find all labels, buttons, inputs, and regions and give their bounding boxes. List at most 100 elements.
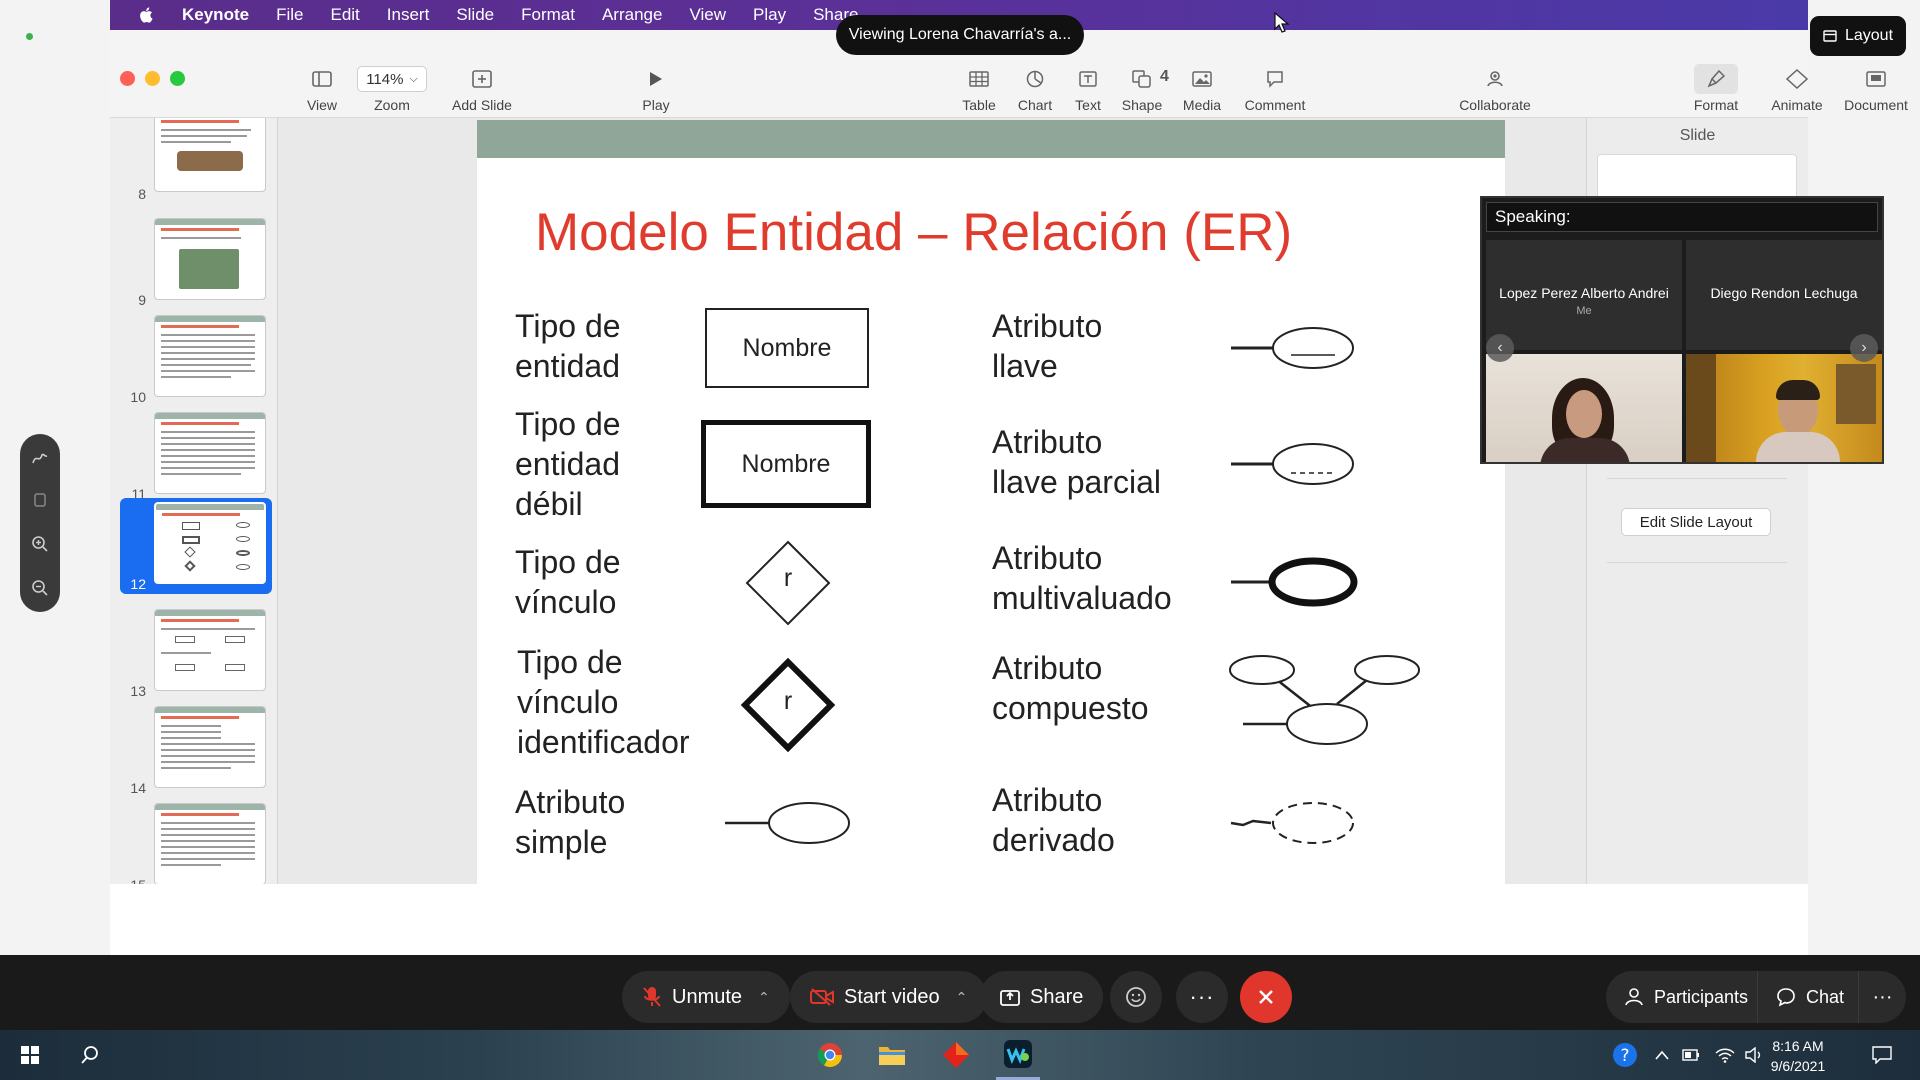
shape-button[interactable]: Shape [1116,64,1168,113]
view-button[interactable]: View [294,64,350,113]
play-button[interactable]: Play [626,64,686,113]
label-multivalued-attribute[interactable]: Atributo multivaluado [992,538,1172,618]
pen-icon[interactable] [30,448,50,473]
video-feed-lorena[interactable] [1486,354,1682,462]
reactions-button[interactable] [1110,971,1162,1023]
leave-meeting-button[interactable] [1240,971,1292,1023]
slide-number: 15 [110,877,146,884]
document-button[interactable]: Document [1836,64,1916,113]
entity-symbol[interactable]: Nombre [705,308,869,388]
add-slide-button[interactable]: Add Slide [432,64,532,113]
wifi-icon[interactable] [1712,1030,1738,1080]
slide-thumbnail-13[interactable]: 13 [110,605,277,701]
video-options-chevron-icon[interactable]: ⌃ [956,989,968,1006]
slide-thumbnail-14[interactable]: 14 [110,702,277,798]
comment-button[interactable]: Comment [1238,64,1312,113]
zoom-dropdown[interactable]: 114% ⌵ [357,66,427,92]
weak-entity-symbol-text: Nombre [741,449,831,478]
multivalued-attribute-symbol[interactable] [1231,556,1361,608]
slide-number: 9 [138,292,146,308]
zoom-out-icon[interactable] [30,578,50,603]
composite-attribute-symbol[interactable] [1227,654,1427,754]
slide-thumbnail-11[interactable]: 11 [110,408,277,504]
media-button[interactable]: Media [1174,64,1230,113]
chart-button[interactable]: Chart [1008,64,1062,113]
previous-participants-arrow-icon[interactable]: ‹ [1486,334,1514,362]
derived-attribute-symbol[interactable] [1230,800,1357,846]
video-feed-diego[interactable] [1686,354,1882,462]
label-partial-key-attribute[interactable]: Atributo llave parcial [992,422,1161,502]
participant-tile-diego[interactable]: Diego Rendon Lechuga [1686,240,1882,350]
participants-button[interactable]: Participants [1606,971,1767,1023]
slide-12[interactable]: Modelo Entidad – Relación (ER) Tipo de e… [477,120,1505,884]
table-button[interactable]: Table [952,64,1006,113]
chat-bubble-icon [1777,988,1795,1007]
label-identifying-relationship[interactable]: Tipo de vínculo identificador [517,642,690,762]
help-icon[interactable]: ? [1610,1030,1640,1080]
format-button[interactable]: Format [1684,64,1748,113]
zoom-in-icon[interactable] [30,534,50,559]
shared-screen: Keynote File Edit Insert Slide Format Ar… [110,0,1908,955]
next-participants-arrow-icon[interactable]: › [1850,334,1878,362]
menu-file[interactable]: File [276,5,303,25]
animate-button[interactable]: Animate [1762,64,1832,113]
close-window-button[interactable] [120,71,135,86]
more-options-button[interactable]: ··· [1176,971,1228,1023]
chart-label: Chart [1017,97,1053,113]
taskbar-clock[interactable]: 8:16 AM 9/6/2021 [1762,1036,1834,1076]
unmute-options-chevron-icon[interactable]: ⌃ [758,989,770,1006]
label-key-attribute[interactable]: Atributo llave [992,306,1102,386]
simple-attribute-symbol[interactable] [725,800,851,846]
weak-entity-symbol[interactable]: Nombre [701,420,871,508]
menu-format[interactable]: Format [521,5,575,25]
menu-keynote[interactable]: Keynote [182,5,249,25]
minimize-window-button[interactable] [145,71,160,86]
menu-slide[interactable]: Slide [456,5,494,25]
menu-insert[interactable]: Insert [387,5,430,25]
chevron-up-icon[interactable] [1650,1030,1674,1080]
slide-thumbnail-10[interactable]: 10 [110,311,277,407]
eraser-icon[interactable] [30,490,50,515]
chat-button[interactable]: Chat [1757,971,1863,1023]
participant-tile-self[interactable]: Lopez Perez Alberto Andrei Me [1486,240,1682,350]
search-icon[interactable] [68,1030,112,1080]
label-entity-type[interactable]: Tipo de entidad [515,306,621,386]
edit-slide-layout-button[interactable]: Edit Slide Layout [1621,508,1771,536]
layout-button[interactable]: Layout [1810,16,1906,56]
viewing-banner[interactable]: Viewing Lorena Chavarría's a... [836,15,1084,55]
collaborate-button[interactable]: Collaborate [1450,64,1540,113]
webex-icon[interactable] [996,1030,1040,1080]
app-diamond-icon[interactable] [934,1030,978,1080]
unmute-button[interactable]: Unmute ⌃ [622,971,790,1023]
key-attribute-symbol[interactable] [1231,324,1357,372]
menu-arrange[interactable]: Arrange [602,5,662,25]
slide-title[interactable]: Modelo Entidad – Relación (ER) [535,202,1292,263]
start-video-button[interactable]: Start video ⌃ [790,971,988,1023]
zoom-control[interactable]: 114% ⌵ Zoom [350,64,434,113]
maximize-window-button[interactable] [170,71,185,86]
slide-number: 13 [130,683,146,699]
more-panels-button[interactable]: ··· [1858,971,1906,1023]
slide-thumbnail-15[interactable]: 15 [110,799,277,884]
apple-icon[interactable] [138,6,156,24]
slide-thumbnail-12-selected[interactable]: 12 [120,498,272,594]
windows-start-icon[interactable] [8,1030,52,1080]
label-composite-attribute[interactable]: Atributo compuesto [992,648,1149,728]
notifications-icon[interactable] [1862,1030,1902,1080]
label-derived-attribute[interactable]: Atributo derivado [992,780,1115,860]
partial-key-attribute-symbol[interactable] [1231,440,1357,488]
file-explorer-icon[interactable] [870,1030,914,1080]
menu-edit[interactable]: Edit [330,5,359,25]
battery-icon[interactable] [1678,1030,1704,1080]
chrome-icon[interactable] [808,1030,852,1080]
label-relationship-type[interactable]: Tipo de vínculo [515,542,621,622]
menu-play[interactable]: Play [753,5,786,25]
share-button[interactable]: Share [980,971,1104,1023]
menu-view[interactable]: View [689,5,726,25]
text-button[interactable]: Text [1064,64,1112,113]
emoji-icon [1126,987,1146,1007]
label-simple-attribute[interactable]: Atributo simple [515,782,625,862]
slide-thumbnail-9[interactable]: 9 [110,214,277,310]
slide-thumbnail-8[interactable]: 8 [110,118,277,204]
label-weak-entity-type[interactable]: Tipo de entidad débil [515,404,621,524]
